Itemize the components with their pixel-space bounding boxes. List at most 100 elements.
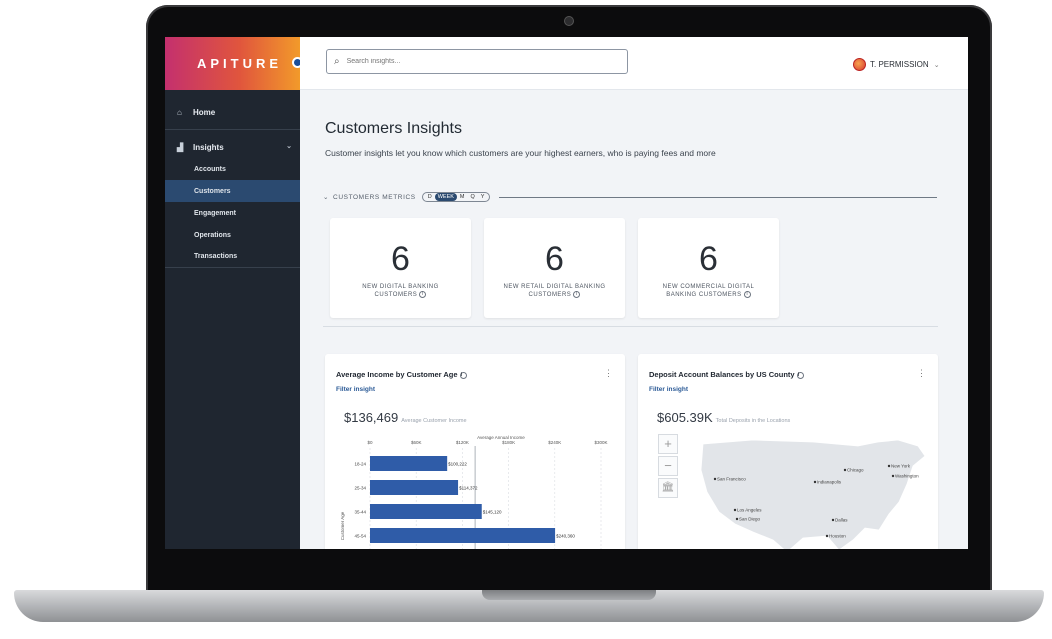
filter-insight-link[interactable]: Filter insight [336, 386, 375, 393]
info-icon[interactable]: i [459, 371, 467, 379]
zoom-out-button[interactable]: − [658, 456, 678, 476]
bank-icon[interactable]: 🏛 [658, 478, 678, 498]
period-day[interactable]: D [425, 193, 435, 201]
data-label: $100,222 [448, 462, 467, 467]
kpi-label: NEW DIGITAL BANKING CUSTOMERS i [362, 284, 439, 299]
data-label: $145,120 [483, 510, 502, 515]
city-marker[interactable] [713, 477, 717, 481]
y-tick-label: 18-24 [354, 462, 366, 467]
top-bar: ⌕ T. PERMISSION ⌄ [300, 37, 968, 90]
info-icon[interactable]: i [796, 371, 804, 379]
chart-icon: ▟ [177, 142, 184, 152]
city-marker[interactable] [843, 468, 847, 472]
search-icon: ⌕ [334, 56, 340, 67]
city-label: San Diego [739, 517, 761, 522]
kpi-value: 6 [545, 240, 564, 278]
city-marker[interactable] [813, 480, 817, 484]
x-tick-label: $180K [502, 440, 515, 445]
y-tick-label: 25-34 [354, 486, 366, 491]
brand-logo[interactable]: APITURE [197, 56, 282, 71]
search-input[interactable] [346, 58, 607, 65]
city-marker[interactable] [891, 474, 895, 478]
sidebar-item-operations[interactable]: Operations [165, 224, 300, 246]
kpi-card-commercial[interactable]: 6 NEW COMMERCIAL DIGITAL BANKING CUSTOME… [638, 218, 779, 318]
camera-icon [565, 17, 573, 25]
kebab-menu-icon[interactable]: ⋮ [917, 368, 926, 379]
sidebar-item-transactions[interactable]: Transactions [165, 246, 300, 268]
city-label: Washington [895, 474, 919, 479]
period-week[interactable]: WEEK [434, 193, 457, 201]
y-tick-label: 45-54 [354, 534, 366, 539]
info-icon[interactable]: i [419, 291, 427, 298]
period-quarter[interactable]: Q [468, 193, 478, 201]
sidebar-item-home[interactable]: ⌂ Home [165, 101, 300, 123]
x-tick-label: $0 [367, 440, 373, 445]
x-tick-label: $240K [548, 440, 561, 445]
city-label: Chicago [847, 468, 864, 473]
bar [370, 528, 556, 543]
x-tick-label: $120K [456, 440, 469, 445]
stat-caption: Average Customer Income [401, 418, 467, 424]
metrics-label: CUSTOMERS METRICS [333, 194, 416, 201]
sidebar: APITURE ⌂ Home ▟ Insights ⌄ Accounts Cus… [165, 37, 303, 549]
info-icon[interactable]: i [573, 291, 581, 298]
metrics-toggle[interactable]: ⌄ CUSTOMERS METRICS [323, 193, 416, 201]
y-axis-label: Customer Age [340, 511, 345, 540]
data-label: $114,372 [459, 486, 478, 491]
map-controls: + − 🏛 [658, 434, 680, 500]
filter-insight-link[interactable]: Filter insight [649, 386, 688, 393]
kpi-value: 6 [391, 240, 410, 278]
kpi-card-digital[interactable]: 6 NEW DIGITAL BANKING CUSTOMERS i [330, 218, 471, 318]
city-marker[interactable] [735, 517, 739, 521]
period-month[interactable]: M [457, 193, 468, 201]
average-income-stat: $136,469 Average Customer Income [344, 410, 467, 425]
laptop-notch [482, 590, 656, 600]
card-title: Average Income by Customer Age i [336, 370, 467, 379]
bar [370, 480, 459, 495]
brand-header: APITURE [165, 37, 303, 90]
home-icon: ⌂ [177, 107, 182, 117]
search-box[interactable]: ⌕ [326, 49, 628, 74]
kebab-menu-icon[interactable]: ⋮ [604, 368, 613, 379]
zoom-in-button[interactable]: + [658, 434, 678, 454]
main-content: Customers Insights Customer insights let… [300, 90, 968, 549]
data-label: $240,360 [556, 534, 575, 539]
kpi-label: NEW RETAIL DIGITAL BANKING CUSTOMERS i [503, 284, 606, 299]
period-selector: D WEEK M Q Y [421, 192, 491, 202]
city-label: Houston [829, 534, 846, 539]
city-marker[interactable] [887, 464, 891, 468]
period-year[interactable]: Y [478, 193, 488, 201]
reference-line-label: Average Annual Income [477, 435, 525, 440]
sidebar-item-engagement[interactable]: Engagement [165, 202, 300, 224]
app-screen: APITURE ⌂ Home ▟ Insights ⌄ Accounts Cus… [165, 37, 968, 549]
page-title: Customers Insights [325, 120, 462, 137]
avatar [853, 58, 866, 71]
y-tick-label: 35-44 [354, 510, 366, 515]
city-label: San Francisco [717, 477, 746, 482]
section-divider [323, 326, 938, 327]
us-county-map: San Francisco Los Angeles San Diego Chicago… [700, 439, 926, 549]
chevron-down-icon: ⌄ [933, 61, 940, 69]
page-subtitle: Customer insights let you know which cus… [325, 148, 716, 158]
stat-caption: Total Deposits in the Locations [715, 418, 791, 424]
bar [370, 504, 482, 519]
user-menu[interactable]: T. PERMISSION ⌄ [853, 58, 940, 71]
kpi-label: NEW COMMERCIAL DIGITAL BANKING CUSTOMERS… [662, 284, 755, 299]
metrics-header: ⌄ CUSTOMERS METRICS D WEEK M Q Y [323, 192, 491, 202]
city-marker[interactable] [825, 534, 829, 538]
sidebar-item-accounts[interactable]: Accounts [165, 158, 300, 180]
city-label: Dallas [835, 518, 848, 523]
x-tick-label: $60K [411, 440, 422, 445]
city-marker[interactable] [733, 508, 737, 512]
sidebar-item-customers[interactable]: Customers [165, 180, 300, 202]
city-marker[interactable] [831, 518, 835, 522]
card-title: Deposit Account Balances by US County i [649, 370, 804, 379]
kpi-card-retail[interactable]: 6 NEW RETAIL DIGITAL BANKING CUSTOMERS i [484, 218, 625, 318]
sidebar-item-label: Insights [193, 142, 224, 152]
user-name: T. PERMISSION [870, 60, 929, 69]
info-icon[interactable]: i [743, 291, 751, 298]
us-map-shape [700, 439, 926, 549]
sidebar-item-insights[interactable]: ▟ Insights ⌄ [165, 136, 300, 158]
chevron-down-icon: ⌄ [286, 143, 292, 150]
total-deposits-stat: $605.39K Total Deposits in the Locations [657, 410, 791, 425]
